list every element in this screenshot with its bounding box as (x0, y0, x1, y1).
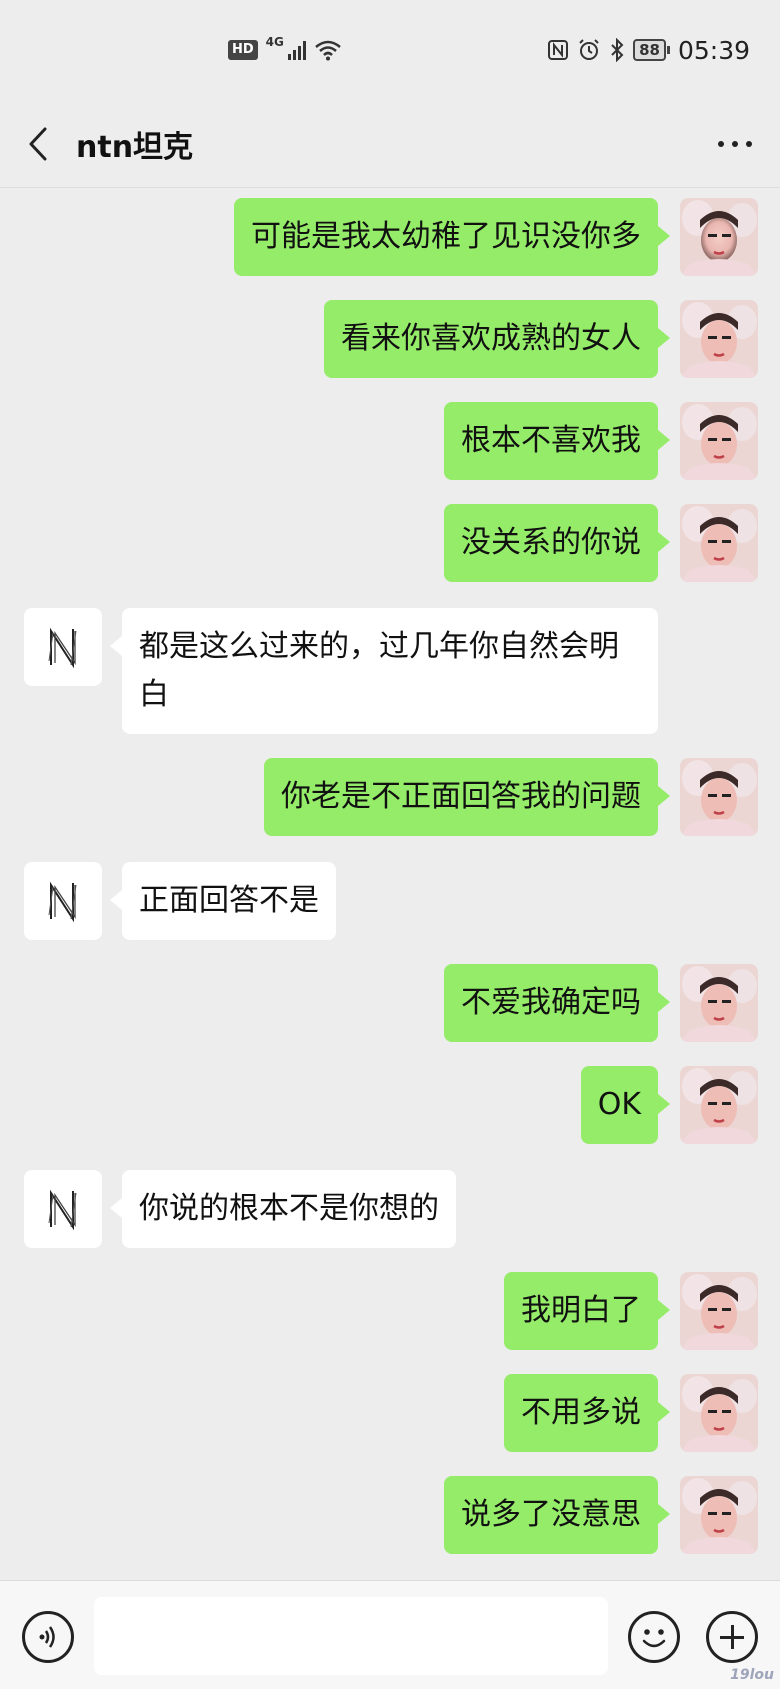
emoji-icon (642, 1629, 666, 1648)
input-bar: 19lou (0, 1580, 780, 1689)
message-bubble-sent[interactable]: OK (580, 1066, 671, 1144)
message-bubble-sent[interactable]: 我明白了 (504, 1272, 670, 1350)
message-input[interactable] (94, 1597, 608, 1675)
avatar-contact[interactable] (24, 608, 102, 686)
message-list[interactable]: 可能是我太幼稚了见识没你多 看来你喜欢成熟的女人 根本不喜欢我 没关系的你说 都… (0, 0, 780, 1580)
plus-button[interactable] (706, 1611, 758, 1663)
message-bubble-received[interactable]: 正面回答不是 (110, 862, 336, 940)
avatar-contact[interactable] (24, 1170, 102, 1248)
avatar-contact[interactable] (24, 862, 102, 940)
avatar-self[interactable] (680, 1476, 758, 1554)
avatar-self[interactable] (680, 504, 758, 582)
message-bubble-sent[interactable]: 你老是不正面回答我的问题 (264, 758, 670, 836)
avatar-self[interactable] (680, 964, 758, 1042)
message-bubble-received[interactable]: 你说的根本不是你想的 (110, 1170, 456, 1248)
message-bubble-sent[interactable]: 可能是我太幼稚了见识没你多 (234, 198, 670, 276)
message-bubble-sent[interactable]: 说多了没意思 (444, 1476, 670, 1554)
message-bubble-sent[interactable]: 没关系的你说 (444, 504, 670, 582)
message-bubble-sent[interactable]: 看来你喜欢成熟的女人 (324, 300, 670, 378)
message-bubble-received[interactable]: 都是这么过来的，过几年你自然会明白 (110, 608, 658, 734)
message-bubble-sent[interactable]: 根本不喜欢我 (444, 402, 670, 480)
avatar-self[interactable] (680, 1374, 758, 1452)
avatar-self[interactable] (680, 758, 758, 836)
watermark: 19lou (730, 1667, 774, 1683)
avatar-self[interactable] (680, 1066, 758, 1144)
message-bubble-sent[interactable]: 不爱我确定吗 (444, 964, 670, 1042)
avatar-self[interactable] (680, 402, 758, 480)
avatar-self[interactable] (680, 1272, 758, 1350)
emoji-button[interactable] (628, 1611, 680, 1663)
voice-button[interactable] (22, 1611, 74, 1663)
message-bubble-sent[interactable]: 不用多说 (504, 1374, 670, 1452)
avatar-self[interactable] (680, 300, 758, 378)
avatar-self[interactable] (680, 198, 758, 276)
voice-icon (39, 1626, 55, 1648)
